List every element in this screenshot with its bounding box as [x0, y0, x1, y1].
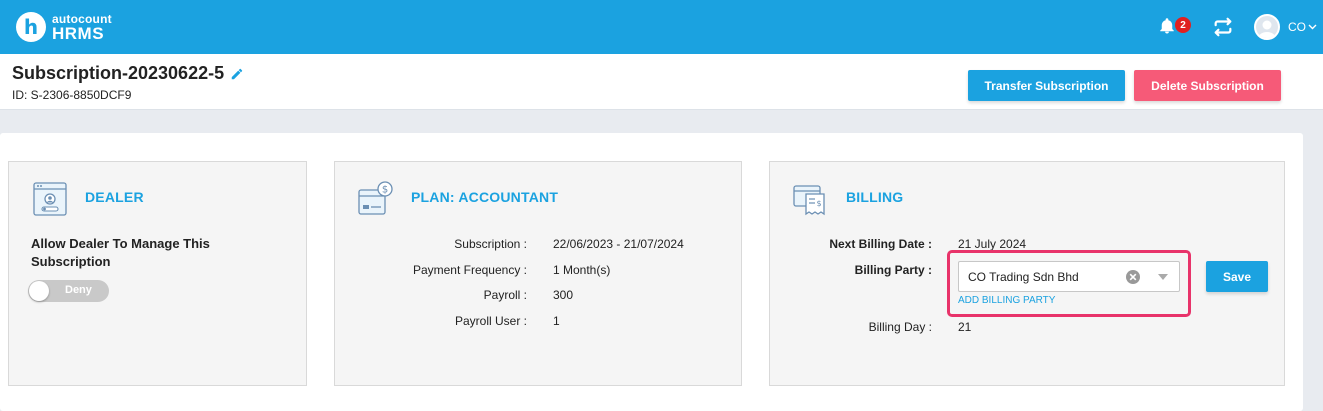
- chevron-down-icon: [1308, 24, 1317, 30]
- toggle-label: Deny: [65, 284, 92, 296]
- page-header: Subscription-20230622-5 ID: S-2306-8850D…: [0, 54, 1323, 110]
- subscription-id: ID: S-2306-8850DCF9: [12, 88, 132, 102]
- billing-party-value: CO Trading Sdn Bhd: [968, 270, 1079, 284]
- top-bar: h autocount HRMS 2 CO: [0, 0, 1323, 54]
- plan-row-payroll-user: Payroll User : 1: [454, 314, 560, 328]
- plan-title: PLAN: ACCOUNTANT: [411, 189, 559, 205]
- logo-mark: h: [16, 12, 46, 42]
- user-initials: CO: [1288, 20, 1306, 34]
- user-avatar[interactable]: [1254, 14, 1280, 40]
- notifications-button[interactable]: 2: [1158, 17, 1191, 37]
- svg-text:$: $: [816, 199, 821, 208]
- pencil-edit-icon[interactable]: [230, 67, 244, 81]
- dealer-card: DEALER Allow Dealer To Manage This Subsc…: [8, 161, 307, 386]
- next-billing-date-value: 21 July 2024: [958, 237, 1027, 251]
- logo-brand: autocount: [52, 11, 112, 26]
- billing-party-select[interactable]: CO Trading Sdn Bhd: [958, 261, 1180, 292]
- toggle-knob: [29, 281, 49, 301]
- billing-invoice-icon: $: [793, 185, 825, 216]
- clear-icon[interactable]: [1125, 269, 1141, 285]
- notification-count-badge: 2: [1175, 17, 1191, 33]
- caret-down-icon[interactable]: [1158, 274, 1168, 280]
- dealer-title: DEALER: [85, 189, 144, 205]
- billing-party-label: Billing Party :: [854, 263, 932, 277]
- billing-day-label: Billing Day :: [868, 320, 932, 334]
- dealer-access-toggle[interactable]: Deny: [28, 280, 109, 302]
- app-logo[interactable]: h autocount HRMS: [16, 12, 112, 42]
- payment-plan-icon: $: [358, 181, 393, 215]
- bell-icon: [1160, 18, 1174, 34]
- logo-product: HRMS: [52, 23, 105, 43]
- plan-card: $ PLAN: ACCOUNTANT Subscription : 22/06/…: [334, 161, 742, 386]
- delete-subscription-button[interactable]: Delete Subscription: [1134, 70, 1281, 101]
- content-panel: DEALER Allow Dealer To Manage This Subsc…: [0, 133, 1303, 411]
- page-title: Subscription-20230622-5: [12, 63, 225, 83]
- billing-day-value: 21: [958, 320, 972, 334]
- save-button[interactable]: Save: [1206, 261, 1268, 292]
- add-billing-party-link[interactable]: ADD BILLING PARTY: [958, 295, 1055, 306]
- billing-card: $ BILLING Next Billing Date : 21 July 20…: [769, 161, 1285, 386]
- page-title-row: Subscription-20230622-5: [12, 63, 244, 84]
- plan-row-subscription: Subscription : 22/06/2023 - 21/07/2024: [454, 237, 684, 251]
- plan-row-payment-frequency: Payment Frequency : 1 Month(s): [412, 263, 611, 277]
- user-menu[interactable]: CO: [1288, 20, 1317, 34]
- billing-title: BILLING: [846, 189, 904, 205]
- sync-transfer-icon[interactable]: [1212, 16, 1234, 38]
- next-billing-date-label: Next Billing Date :: [829, 237, 932, 251]
- svg-text:$: $: [382, 185, 388, 196]
- user-silhouette-icon: [1258, 20, 1276, 38]
- plan-row-payroll: Payroll : 300: [483, 288, 574, 302]
- transfer-subscription-button[interactable]: Transfer Subscription: [968, 70, 1125, 101]
- dealer-permission-label: Allow Dealer To Manage This Subscription: [31, 236, 210, 269]
- dealer-profile-icon: [33, 182, 67, 216]
